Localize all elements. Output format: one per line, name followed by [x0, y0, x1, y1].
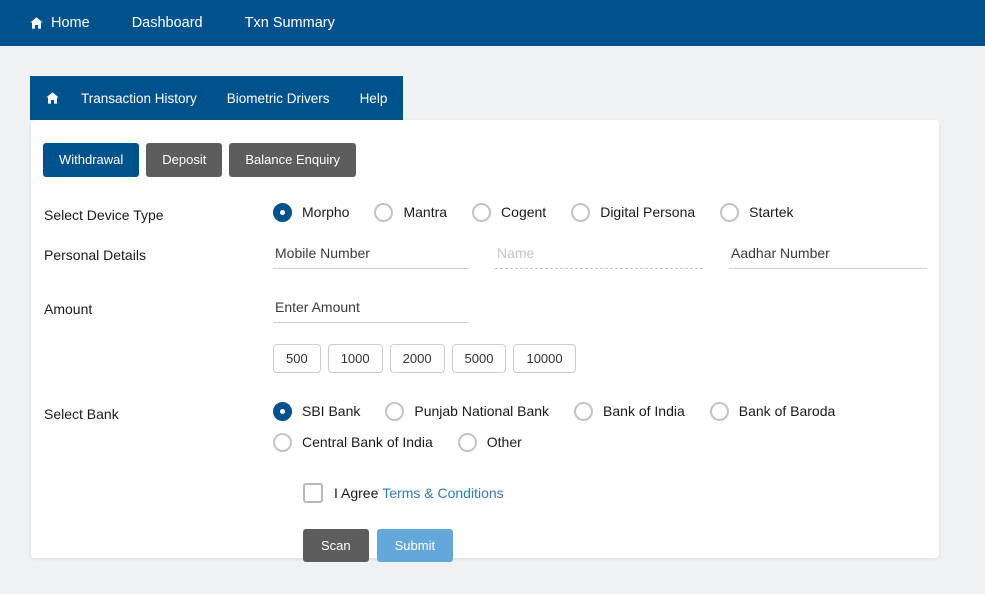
bank-option-punjab-national-bank[interactable]: Punjab National Bank: [385, 401, 550, 421]
personal-details-inputs: [273, 242, 939, 269]
tab-balance-enquiry[interactable]: Balance Enquiry: [229, 143, 357, 177]
bank-option-bank-of-baroda[interactable]: Bank of Baroda: [709, 401, 836, 421]
bank-option-central-bank-of-india[interactable]: Central Bank of India: [273, 432, 433, 452]
bank-option-label: Bank of Baroda: [738, 403, 836, 420]
secondary-navbar: Transaction History Biometric Drivers He…: [30, 76, 403, 120]
aadhar-number-input[interactable]: [729, 242, 927, 269]
terms-and-conditions-link[interactable]: Terms & Conditions: [382, 485, 503, 501]
bank-option-sbi-bank[interactable]: SBI Bank: [273, 401, 361, 421]
mobile-number-input[interactable]: [273, 242, 469, 269]
quick-amount-2000[interactable]: 2000: [389, 343, 445, 373]
amount-row: Amount 500 1000 2000 5000 10000: [31, 296, 939, 373]
agree-label: I Agree: [334, 484, 379, 501]
subnav-label-help: Help: [359, 90, 388, 106]
tab-withdrawal[interactable]: Withdrawal: [43, 143, 140, 177]
home-icon: [46, 92, 59, 104]
radio-indicator[interactable]: [574, 401, 594, 421]
topnav-item-txn-summary[interactable]: Txn Summary: [245, 15, 335, 31]
bank-option-label: Bank of India: [603, 403, 685, 420]
device-option-morpho[interactable]: Morpho: [273, 202, 350, 222]
submit-button[interactable]: Submit: [376, 528, 454, 562]
subnav-item-home[interactable]: [46, 92, 59, 104]
home-icon: [30, 17, 43, 29]
top-navbar: Home Dashboard Txn Summary: [0, 0, 985, 46]
radio-indicator[interactable]: [374, 202, 394, 222]
quick-amount-5000[interactable]: 5000: [451, 343, 507, 373]
amount-input[interactable]: [273, 296, 469, 323]
device-option-mantra[interactable]: Mantra: [374, 202, 448, 222]
radio-indicator[interactable]: [385, 401, 405, 421]
radio-indicator[interactable]: [273, 432, 292, 452]
device-option-digital-persona[interactable]: Digital Persona: [571, 202, 696, 222]
tab-deposit[interactable]: Deposit: [146, 143, 223, 177]
radio-indicator[interactable]: [709, 401, 729, 421]
device-option-cogent[interactable]: Cogent: [472, 202, 547, 222]
device-option-startek[interactable]: Startek: [720, 202, 794, 222]
select-bank-label: Select Bank: [44, 405, 119, 422]
device-option-label: Morpho: [302, 204, 350, 221]
subnav-label-biometric-drivers: Biometric Drivers: [226, 90, 330, 106]
bank-option-other[interactable]: Other: [457, 432, 522, 452]
topnav-label-txn-summary: Txn Summary: [244, 15, 335, 31]
device-option-label: Digital Persona: [600, 204, 696, 221]
radio-indicator[interactable]: [571, 202, 591, 222]
personal-details-row: Personal Details: [31, 242, 939, 269]
subnav-item-help[interactable]: Help: [360, 91, 388, 106]
form-action-buttons: Scan Submit: [31, 528, 939, 562]
device-option-label: Cogent: [501, 204, 547, 221]
bank-radio-group-line2: Central Bank of India Other: [273, 432, 939, 452]
device-type-label: Select Device Type: [44, 206, 164, 223]
select-bank-row: Select Bank SBI Bank Punjab National Ban…: [31, 401, 939, 452]
bank-option-label: SBI Bank: [302, 403, 361, 420]
subnav-item-transaction-history[interactable]: Transaction History: [81, 91, 197, 106]
terms-agreement-row: I Agree Terms & Conditions: [31, 482, 939, 503]
scan-button[interactable]: Scan: [303, 528, 369, 562]
quick-amount-10000[interactable]: 10000: [513, 343, 576, 373]
radio-indicator[interactable]: [273, 202, 292, 222]
quick-amount-1000[interactable]: 1000: [327, 343, 383, 373]
bank-option-label: Punjab National Bank: [414, 403, 550, 420]
agree-checkbox[interactable]: [303, 482, 323, 503]
radio-indicator[interactable]: [472, 202, 492, 222]
personal-details-label: Personal Details: [44, 246, 146, 263]
transaction-form-card: Withdrawal Deposit Balance Enquiry Selec…: [31, 120, 939, 562]
amount-label: Amount: [44, 300, 93, 317]
subnav-wrapper: Transaction History Biometric Drivers He…: [0, 46, 985, 120]
device-option-label: Mantra: [403, 204, 448, 221]
radio-indicator[interactable]: [273, 401, 292, 421]
quick-amount-buttons: 500 1000 2000 5000 10000: [273, 343, 939, 373]
bank-option-label: Central Bank of India: [302, 434, 433, 451]
bank-option-label: Other: [486, 434, 522, 451]
subnav-item-biometric-drivers[interactable]: Biometric Drivers: [227, 91, 330, 106]
bank-radio-group-line1: SBI Bank Punjab National Bank Bank of In…: [273, 401, 939, 421]
topnav-item-dashboard[interactable]: Dashboard: [132, 15, 203, 31]
topnav-label-dashboard: Dashboard: [131, 15, 203, 31]
topnav-item-home[interactable]: Home: [30, 15, 90, 31]
subnav-label-transaction-history: Transaction History: [81, 90, 197, 106]
device-option-label: Startek: [749, 204, 794, 221]
device-type-radio-group: Morpho Mantra Cogent Digital Persona Sta…: [273, 202, 939, 222]
device-type-row: Select Device Type Morpho Mantra Cogent …: [31, 202, 939, 223]
radio-indicator[interactable]: [457, 432, 477, 452]
transaction-type-tabs: Withdrawal Deposit Balance Enquiry: [31, 138, 939, 177]
topnav-label-home: Home: [51, 15, 90, 31]
quick-amount-500[interactable]: 500: [273, 343, 321, 373]
radio-indicator[interactable]: [720, 202, 740, 222]
name-input: [495, 242, 703, 269]
bank-option-bank-of-india[interactable]: Bank of India: [574, 401, 685, 421]
